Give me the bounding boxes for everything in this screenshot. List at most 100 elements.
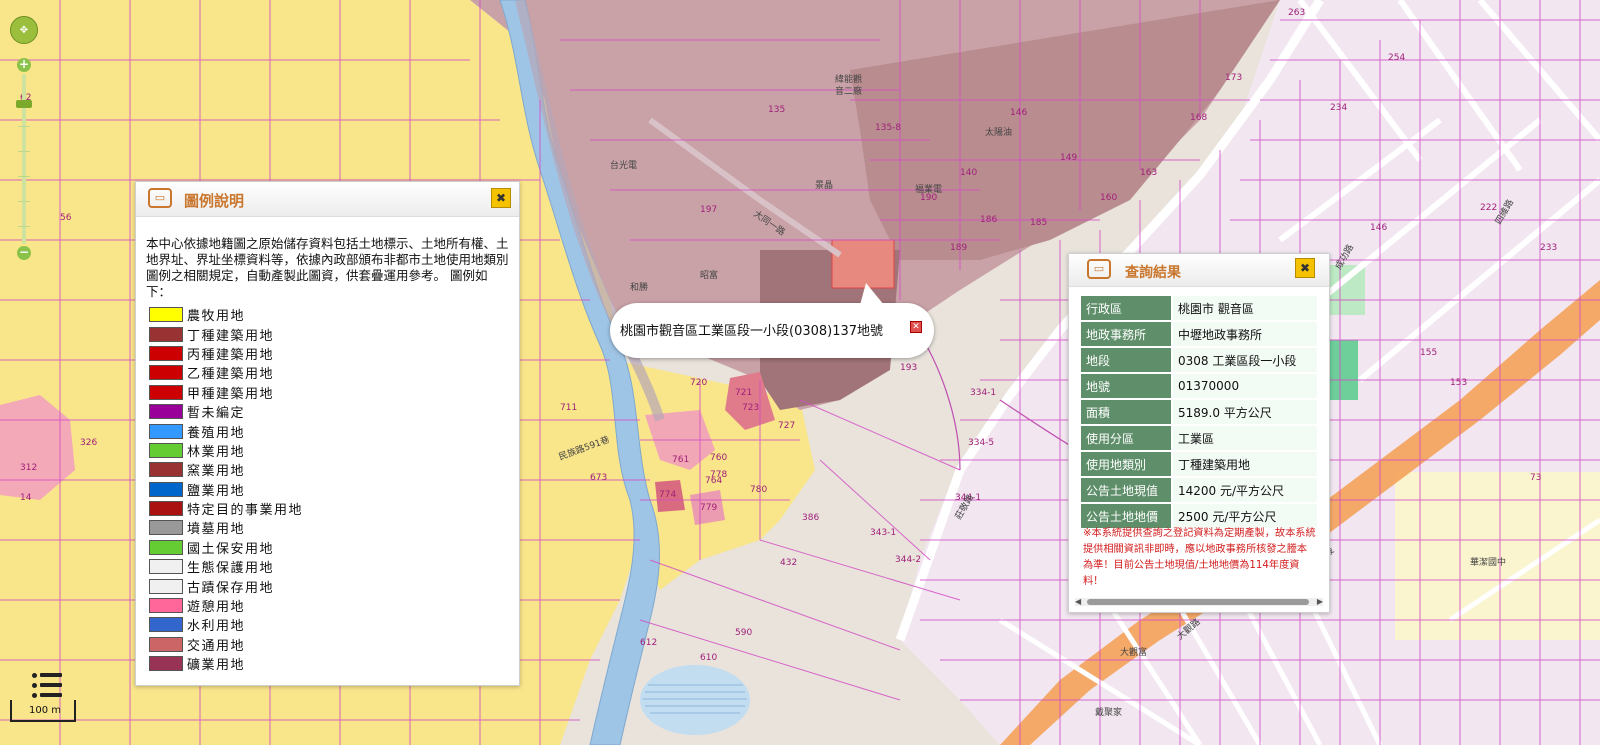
parcel-label: 263 <box>1288 8 1305 18</box>
parcel-label: 774 <box>659 490 676 500</box>
legend-swatch <box>149 501 183 517</box>
parcel-popup-text: 桃園市觀音區工業區段一小段(0308)137地號 <box>620 324 884 339</box>
parcel-label: 610 <box>700 653 717 663</box>
parcel-label: 720 <box>690 378 707 388</box>
parcel-label: 673 <box>590 473 607 483</box>
parcel-label: 312 <box>20 463 37 473</box>
place-label: 太陽油 <box>985 126 1012 138</box>
parcel-label: 612 <box>640 638 657 648</box>
query-key: 行政區 <box>1081 296 1171 320</box>
legend-label: 水利用地 <box>187 619 246 635</box>
menu-bar <box>40 683 62 687</box>
menu-dot <box>32 673 37 678</box>
legend-intro: 本中心依據地籍圖之原始儲存資料包括土地標示、土地所有權、土地界址、界址坐標資料等… <box>146 236 509 299</box>
legend-close-button[interactable]: ✖ <box>491 188 511 208</box>
legend-label: 丙種建築用地 <box>187 347 275 363</box>
legend-item: 乙種建築用地 <box>149 363 303 382</box>
horizontal-scrollbar[interactable]: ◀ ▶ <box>1075 598 1323 606</box>
parcel-label: 334-5 <box>968 438 994 448</box>
legend-label: 丁種建築用地 <box>187 328 275 344</box>
popup-close-icon[interactable]: ✕ <box>910 321 922 333</box>
legend-item: 遊憩用地 <box>149 596 303 615</box>
parcel-label: 185 <box>1030 218 1047 228</box>
legend-label: 養殖用地 <box>187 425 246 441</box>
legend-swatch <box>149 539 183 555</box>
place-label: 昭富 <box>700 269 718 281</box>
parcel-label: 721 <box>735 388 752 398</box>
legend-item: 農牧用地 <box>149 305 303 324</box>
parcel-label: 186 <box>980 215 997 225</box>
place-label: 音二廠 <box>835 85 862 97</box>
query-key: 地號 <box>1081 374 1171 398</box>
parcel-label: 146 <box>1010 108 1027 118</box>
zoom-out-button[interactable]: − <box>17 246 31 260</box>
legend-label: 鹽業用地 <box>187 483 246 499</box>
legend-swatch <box>149 578 183 594</box>
parcel-label: 153 <box>1450 378 1467 388</box>
query-title: 查詢結果 <box>1125 265 1181 281</box>
query-result-panel: ▭ 查詢結果 ✖ 行政區 桃園市 觀音區 地政事務所 中壢地政事務所 地段 0308 工業… <box>1068 253 1330 613</box>
query-value: 工業區 <box>1173 426 1317 450</box>
legend-item: 養殖用地 <box>149 421 303 441</box>
legend-swatch <box>149 423 183 439</box>
parcel-label: 222 <box>1480 203 1497 213</box>
zoom-tick <box>18 226 30 227</box>
legend-item: 交通用地 <box>149 635 303 654</box>
legend-label: 乙種建築用地 <box>187 367 275 383</box>
legend-item: 水利用地 <box>149 615 303 634</box>
legend-item: 甲種建築用地 <box>149 383 303 402</box>
parcel-label: 761 <box>672 455 689 465</box>
query-key: 使用分區 <box>1081 426 1171 450</box>
query-key: 面積 <box>1081 400 1171 424</box>
query-close-button[interactable]: ✖ <box>1295 258 1315 278</box>
parcel-label: 160 <box>1100 193 1117 203</box>
parcel-label: 197 <box>700 205 717 215</box>
query-key: 公告土地地價 <box>1081 504 1171 528</box>
parcel-label: 155 <box>1420 348 1437 358</box>
legend-item: 生態保護用地 <box>149 557 303 576</box>
zoom-tick <box>18 176 30 177</box>
scrollbar-thumb[interactable] <box>1087 599 1309 605</box>
place-label: 台光電 <box>610 159 637 171</box>
parcel-label: 432 <box>780 558 797 568</box>
legend-label: 暫未編定 <box>187 406 246 422</box>
selected-parcel[interactable] <box>831 239 895 289</box>
pan-control[interactable]: ✥ <box>10 16 38 44</box>
parcel-label: 779 <box>700 503 717 513</box>
legend-item: 國土保安用地 <box>149 538 303 557</box>
parcel-label: 326 <box>80 438 97 448</box>
legend-swatch <box>149 326 183 342</box>
zoom-tick <box>18 151 30 152</box>
parcel-label: 140 <box>960 168 977 178</box>
parcel-popup: 桃園市觀音區工業區段一小段(0308)137地號 ✕ <box>610 283 934 358</box>
legend-label: 農牧用地 <box>187 309 246 325</box>
scroll-left-icon[interactable]: ◀ <box>1075 598 1081 606</box>
legend-label: 遊憩用地 <box>187 600 246 616</box>
zoom-in-button[interactable]: + <box>17 58 31 72</box>
query-row: 地段 0308 工業區段一小段 <box>1081 348 1317 372</box>
menu-list-icon[interactable] <box>30 671 62 701</box>
legend-item: 暫未編定 <box>149 402 303 421</box>
query-key: 地政事務所 <box>1081 322 1171 346</box>
place-label: 景晶 <box>815 180 833 191</box>
place-label: 戴聚家 <box>1095 706 1122 718</box>
parcel-label: 760 <box>710 453 727 463</box>
zoom-slider-handle[interactable] <box>16 100 32 108</box>
parcel-label: 780 <box>750 485 767 495</box>
parcel-label: 189 <box>950 243 967 253</box>
zoom-tick <box>18 126 30 127</box>
legend-item: 礦業用地 <box>149 654 303 673</box>
place-label: 福業電 <box>915 183 942 195</box>
query-result-table: 行政區 桃園市 觀音區 地政事務所 中壢地政事務所 地段 0308 工業區段一小段 地號 01… <box>1079 294 1319 530</box>
parcel-label: 334-1 <box>970 388 996 398</box>
parcel-label: 163 <box>1140 168 1157 178</box>
parcel-label: 344-2 <box>895 555 921 565</box>
query-row: 面積 5189.0 平方公尺 <box>1081 400 1317 424</box>
parcel-label: 254 <box>1388 53 1405 63</box>
query-panel-header: ▭ 查詢結果 ✖ <box>1069 254 1329 287</box>
query-row: 使用地類別 丁種建築用地 <box>1081 452 1317 476</box>
legend-label: 特定目的事業用地 <box>187 503 304 519</box>
legend-swatch <box>149 404 183 420</box>
parcel-label: 233 <box>1540 243 1557 253</box>
scroll-right-icon[interactable]: ▶ <box>1317 598 1323 606</box>
